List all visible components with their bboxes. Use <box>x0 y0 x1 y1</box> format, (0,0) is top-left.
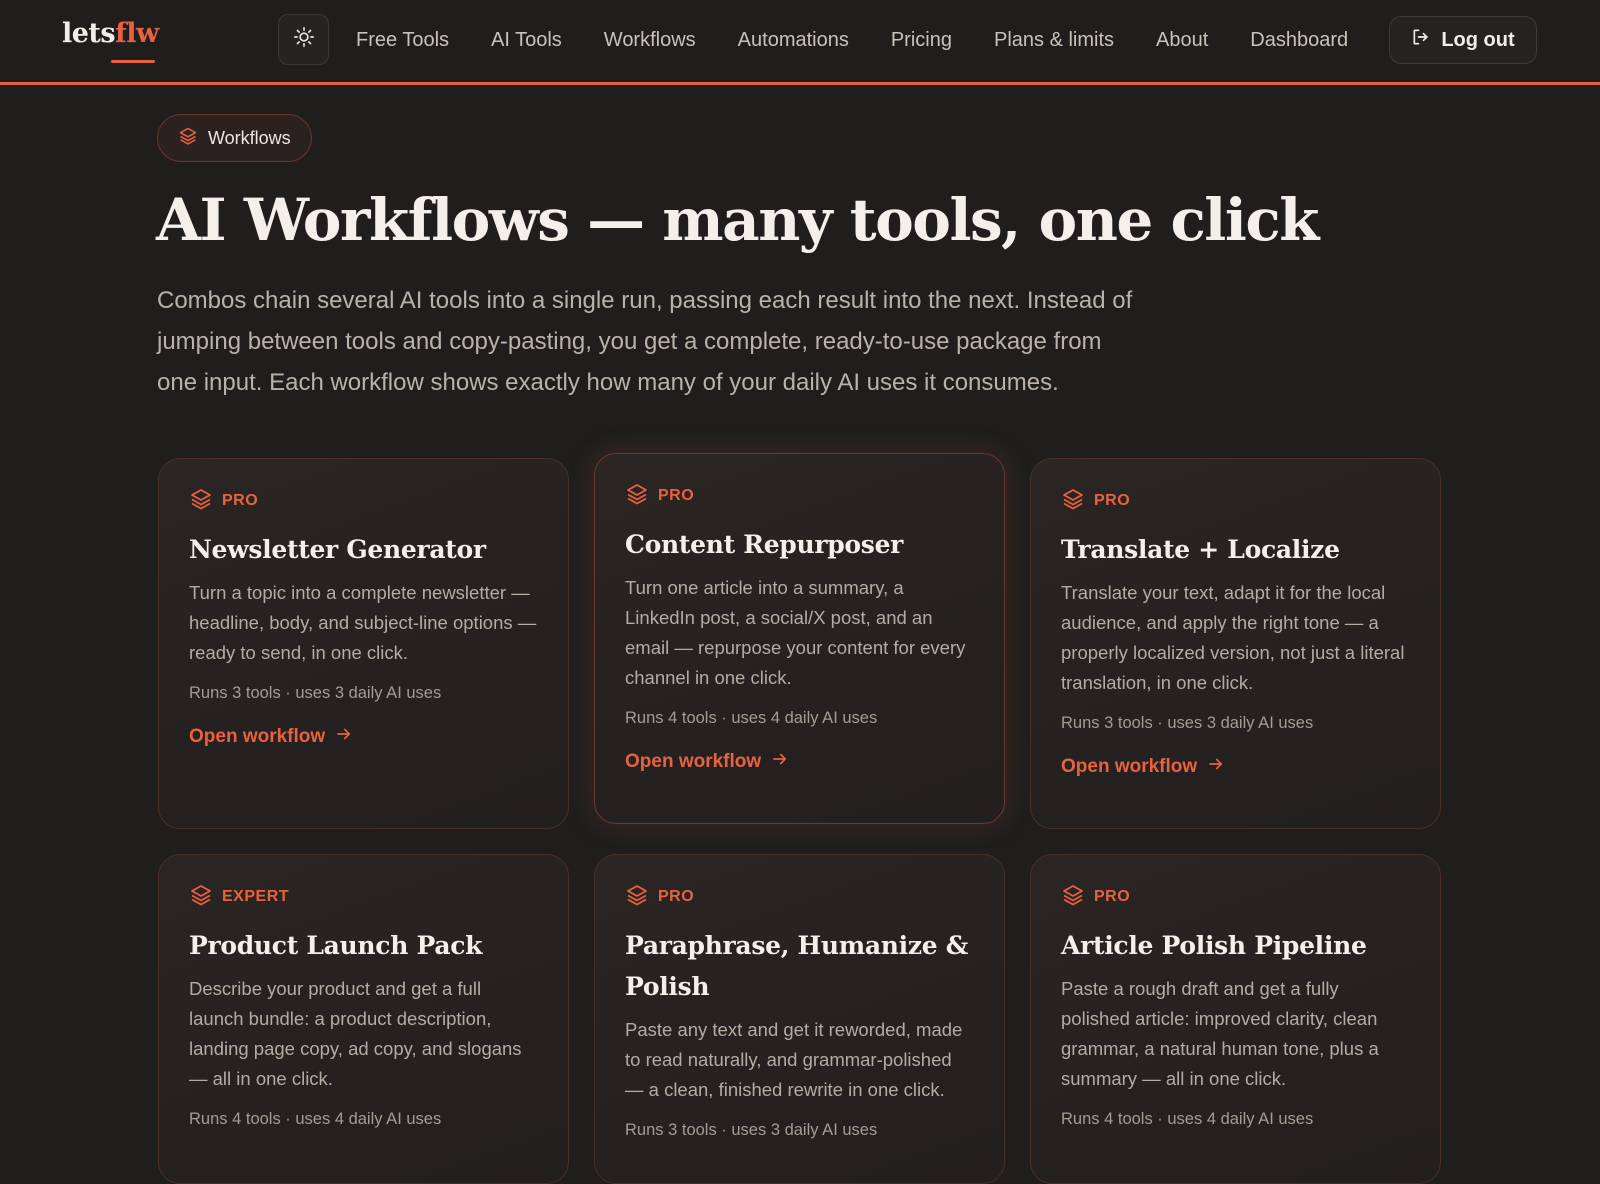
workflow-card[interactable]: PRO Content Repurposer Turn one article … <box>594 453 1005 824</box>
logout-icon <box>1411 27 1431 53</box>
section-badge-label: Workflows <box>208 127 291 148</box>
card-usage-meta: Runs 3 tools · uses 3 daily AI uses <box>189 684 442 702</box>
card-tier-label: EXPERT <box>222 888 290 905</box>
nav-item-pricing[interactable]: Pricing <box>870 20 973 60</box>
top-navbar: letsflw Free Tools AI Tools Workflows Au… <box>0 0 1600 85</box>
open-workflow-link[interactable]: Open workflow <box>1061 755 1225 779</box>
open-workflow-link[interactable]: Open workflow <box>189 725 353 749</box>
layers-icon <box>178 126 198 151</box>
logo-text-part2: flw <box>115 18 159 49</box>
card-title: Article Polish Pipeline <box>1061 931 1367 960</box>
page-title: AI Workflows — many tools, one click <box>156 186 1319 254</box>
logo-text-part1: lets <box>62 18 116 49</box>
nav-item-free-tools[interactable]: Free Tools <box>335 20 470 60</box>
workflow-card[interactable]: PRO Paraphrase, Humanize & Polish Paste … <box>594 854 1005 1184</box>
layers-icon <box>625 883 649 912</box>
nav-item-workflows[interactable]: Workflows <box>583 20 717 60</box>
card-description: Turn one article into a summary, a Linke… <box>625 577 966 688</box>
nav-item-about[interactable]: About <box>1135 20 1229 60</box>
arrow-right-icon <box>771 750 789 774</box>
workflow-card[interactable]: EXPERT Product Launch Pack Describe your… <box>158 854 569 1184</box>
card-tier-label: PRO <box>658 888 695 905</box>
sun-icon <box>293 26 315 53</box>
layers-icon <box>189 883 213 912</box>
card-tier-tag: PRO <box>1061 487 1410 516</box>
layers-icon <box>1061 883 1085 912</box>
open-workflow-label: Open workflow <box>189 726 326 747</box>
main-nav: Free Tools AI Tools Workflows Automation… <box>335 20 1369 60</box>
workflow-card[interactable]: PRO Newsletter Generator Turn a topic in… <box>158 458 569 829</box>
card-title: Product Launch Pack <box>189 931 483 960</box>
logo-underline <box>111 60 155 63</box>
page-intro: Combos chain several AI tools into a sin… <box>157 287 1133 396</box>
theme-toggle-button[interactable] <box>278 14 329 65</box>
card-description: Turn a topic into a complete newsletter … <box>189 582 537 663</box>
workflow-card[interactable]: PRO Translate + Localize Translate your … <box>1030 458 1441 829</box>
layers-icon <box>625 482 649 511</box>
logo[interactable]: letsflw <box>62 18 159 49</box>
card-usage-meta: Runs 4 tools · uses 4 daily AI uses <box>625 709 878 727</box>
card-tier-label: PRO <box>222 492 259 509</box>
open-workflow-label: Open workflow <box>625 751 762 772</box>
card-tier-label: PRO <box>1094 888 1131 905</box>
card-tier-tag: EXPERT <box>189 883 538 912</box>
card-usage-meta: Runs 3 tools · uses 3 daily AI uses <box>625 1121 878 1139</box>
card-tier-tag: PRO <box>1061 883 1410 912</box>
nav-item-automations[interactable]: Automations <box>717 20 870 60</box>
arrow-right-icon <box>335 725 353 749</box>
card-usage-meta: Runs 4 tools · uses 4 daily AI uses <box>1061 1110 1314 1128</box>
card-usage-meta: Runs 3 tools · uses 3 daily AI uses <box>1061 714 1314 732</box>
card-title: Paraphrase, Humanize & Polish <box>625 931 969 1001</box>
card-tier-label: PRO <box>658 487 695 504</box>
layers-icon <box>1061 487 1085 516</box>
card-title: Content Repurposer <box>625 530 904 559</box>
card-title: Newsletter Generator <box>189 535 486 564</box>
card-usage-meta: Runs 4 tools · uses 4 daily AI uses <box>189 1110 442 1128</box>
open-workflow-link[interactable]: Open workflow <box>625 750 789 774</box>
layers-icon <box>189 487 213 516</box>
logout-label: Log out <box>1441 28 1515 51</box>
card-tier-tag: PRO <box>625 482 974 511</box>
card-tier-label: PRO <box>1094 492 1131 509</box>
card-description: Paste a rough draft and get a fully poli… <box>1061 978 1379 1089</box>
card-description: Translate your text, adapt it for the lo… <box>1061 582 1405 693</box>
card-tier-tag: PRO <box>189 487 538 516</box>
logout-button[interactable]: Log out <box>1389 16 1537 64</box>
section-badge: Workflows <box>157 114 312 162</box>
card-description: Paste any text and get it reworded, made… <box>625 1019 963 1100</box>
nav-item-dashboard[interactable]: Dashboard <box>1229 20 1369 60</box>
open-workflow-label: Open workflow <box>1061 756 1198 777</box>
card-description: Describe your product and get a full lau… <box>189 978 522 1089</box>
workflow-card[interactable]: PRO Article Polish Pipeline Paste a roug… <box>1030 854 1441 1184</box>
card-tier-tag: PRO <box>625 883 974 912</box>
card-title: Translate + Localize <box>1061 535 1340 564</box>
arrow-right-icon <box>1207 755 1225 779</box>
nav-item-plans-limits[interactable]: Plans & limits <box>973 20 1135 60</box>
nav-item-ai-tools[interactable]: AI Tools <box>470 20 583 60</box>
